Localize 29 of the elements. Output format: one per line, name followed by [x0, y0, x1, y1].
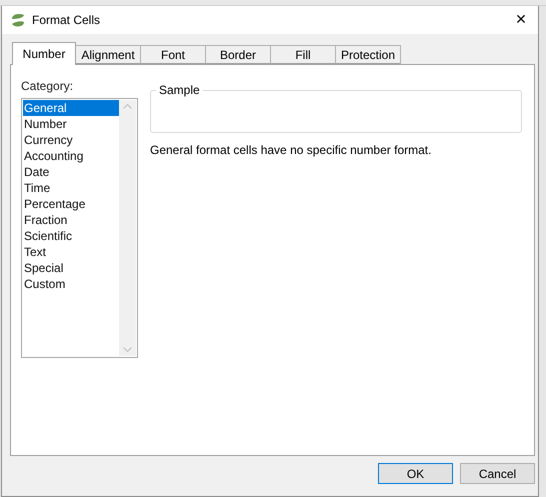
- app-logo-icon: [10, 12, 26, 28]
- list-item[interactable]: Date: [23, 164, 119, 180]
- tab[interactable]: Alignment: [75, 45, 141, 64]
- list-item[interactable]: Custom: [23, 276, 119, 292]
- tab[interactable]: Font: [140, 45, 206, 64]
- scroll-down-icon[interactable]: [123, 347, 132, 352]
- list-item[interactable]: Accounting: [23, 148, 119, 164]
- window-title: Format Cells: [32, 13, 102, 27]
- format-description: General format cells have no specific number format.: [150, 143, 432, 157]
- scroll-up-icon[interactable]: [123, 104, 132, 109]
- tab[interactable]: Number: [12, 42, 76, 65]
- category-label: Category:: [21, 79, 74, 93]
- cancel-button[interactable]: Cancel: [460, 463, 535, 484]
- tab[interactable]: Fill: [270, 45, 336, 64]
- list-item[interactable]: Fraction: [23, 212, 119, 228]
- scrollbar[interactable]: [119, 100, 136, 356]
- list-item[interactable]: Currency: [23, 132, 119, 148]
- list-item[interactable]: Text: [23, 244, 119, 260]
- close-button[interactable]: ✕: [504, 6, 538, 34]
- list-item[interactable]: General: [23, 100, 119, 116]
- list-item[interactable]: Number: [23, 116, 119, 132]
- list-item[interactable]: Time: [23, 180, 119, 196]
- list-item[interactable]: Scientific: [23, 228, 119, 244]
- tab[interactable]: Protection: [335, 45, 401, 64]
- list-item[interactable]: Special: [23, 260, 119, 276]
- tab[interactable]: Border: [205, 45, 271, 64]
- ok-button[interactable]: OK: [378, 463, 453, 484]
- sample-label: Sample: [156, 83, 203, 97]
- list-item[interactable]: Percentage: [23, 196, 119, 212]
